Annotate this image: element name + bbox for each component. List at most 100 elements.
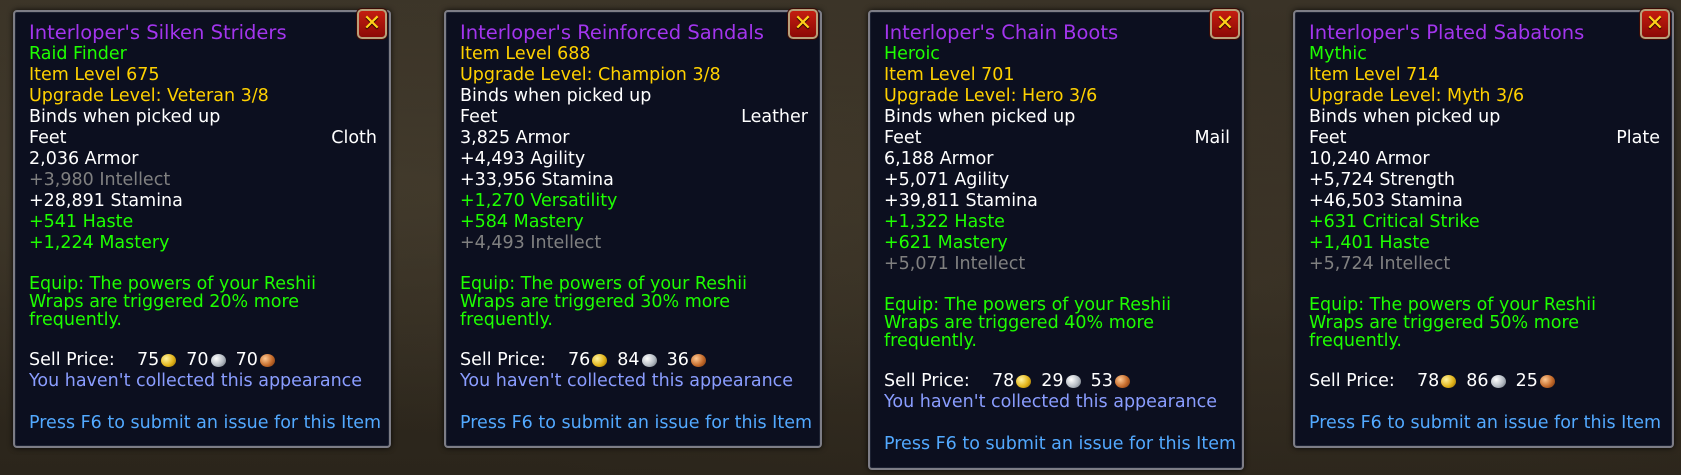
sell-price-label: Sell Price: xyxy=(884,371,970,391)
binds-text: Binds when picked up xyxy=(884,107,1076,127)
stat-line: 10,240 Armor xyxy=(1309,149,1430,169)
stat-line: +46,503 Stamina xyxy=(1309,191,1463,211)
silver-coin-icon xyxy=(641,354,657,367)
close-icon[interactable]: ✕ xyxy=(788,9,818,39)
stat-line: 6,188 Armor xyxy=(884,149,994,169)
stat-line: +541 Haste xyxy=(29,212,134,232)
upgrade-level: Upgrade Level: Champion 3/8 xyxy=(460,65,721,85)
close-icon[interactable]: ✕ xyxy=(1210,9,1240,39)
armor-type: Cloth xyxy=(331,128,377,148)
item-name: Interloper's Reinforced Sandals xyxy=(460,21,764,44)
stat-line: +1,270 Versatility xyxy=(460,191,618,211)
equip-effect: Equip: The powers of your Reshii Wraps a… xyxy=(29,274,316,330)
stat-line: +33,956 Stamina xyxy=(460,170,614,190)
copper-amount: 70 xyxy=(235,350,258,370)
armor-type: Plate xyxy=(1616,128,1660,148)
item-difficulty: Mythic xyxy=(1309,44,1367,64)
item-difficulty: Heroic xyxy=(884,44,940,64)
appearance-note: You haven't collected this appearance xyxy=(884,392,1218,412)
stat-line: +4,493 Agility xyxy=(460,149,586,169)
stat-line: +631 Critical Strike xyxy=(1309,212,1480,232)
item-level: Item Level 688 xyxy=(460,44,591,64)
sell-price: Sell Price: 76 84 36 xyxy=(460,350,808,371)
equip-effect: Equip: The powers of your Reshii Wraps a… xyxy=(884,295,1171,351)
copper-coin-icon xyxy=(1539,375,1555,388)
stat-line: +1,224 Mastery xyxy=(29,233,170,253)
submit-issue-hint: Press F6 to submit an issue for this Ite… xyxy=(1309,413,1662,433)
slot-label: Feet xyxy=(460,107,498,127)
item-level: Item Level 714 xyxy=(1309,65,1440,85)
item-tooltip-chain-boots: ✕ Interloper's Chain Boots Heroic Item L… xyxy=(868,9,1244,470)
appearance-note: You haven't collected this appearance xyxy=(29,371,363,391)
upgrade-level: Upgrade Level: Hero 3/6 xyxy=(884,86,1098,106)
copper-amount: 25 xyxy=(1515,371,1538,391)
item-difficulty: Raid Finder xyxy=(29,44,127,64)
binds-text: Binds when picked up xyxy=(460,86,652,106)
gold-coin-icon xyxy=(1016,375,1032,388)
slot-label: Feet xyxy=(1309,128,1347,148)
slot-label: Feet xyxy=(29,128,67,148)
stat-line: +39,811 Stamina xyxy=(884,191,1038,211)
stat-line: +28,891 Stamina xyxy=(29,191,183,211)
stat-line: +4,493 Intellect xyxy=(460,233,602,253)
silver-amount: 84 xyxy=(617,350,640,370)
silver-coin-icon xyxy=(1490,375,1506,388)
copper-amount: 53 xyxy=(1090,371,1113,391)
gold-coin-icon xyxy=(161,354,177,367)
gold-amount: 78 xyxy=(992,371,1015,391)
close-icon[interactable]: ✕ xyxy=(1640,9,1670,39)
upgrade-level: Upgrade Level: Veteran 3/8 xyxy=(29,86,269,106)
item-name: Interloper's Chain Boots xyxy=(884,21,1119,44)
silver-amount: 86 xyxy=(1466,371,1489,391)
stat-line: +5,724 Intellect xyxy=(1309,254,1451,274)
binds-text: Binds when picked up xyxy=(29,107,221,127)
item-level: Item Level 701 xyxy=(884,65,1015,85)
screenshot-stage: ✕ Interloper's Silken Striders Raid Find… xyxy=(0,0,1681,475)
sell-price-label: Sell Price: xyxy=(1309,371,1395,391)
item-name: Interloper's Silken Striders xyxy=(29,21,287,44)
gold-coin-icon xyxy=(1441,375,1457,388)
armor-type: Mail xyxy=(1194,128,1230,148)
slot-row: Feet Leather xyxy=(460,107,808,128)
stat-line: +621 Mastery xyxy=(884,233,1008,253)
silver-coin-icon xyxy=(1065,375,1081,388)
item-level: Item Level 675 xyxy=(29,65,160,85)
submit-issue-hint: Press F6 to submit an issue for this Ite… xyxy=(29,413,382,433)
armor-type: Leather xyxy=(741,107,808,127)
stat-line: 2,036 Armor xyxy=(29,149,139,169)
silver-amount: 70 xyxy=(186,350,209,370)
silver-amount: 29 xyxy=(1041,371,1064,391)
binds-text: Binds when picked up xyxy=(1309,107,1501,127)
stat-line: +1,401 Haste xyxy=(1309,233,1430,253)
upgrade-level: Upgrade Level: Myth 3/6 xyxy=(1309,86,1525,106)
submit-issue-hint: Press F6 to submit an issue for this Ite… xyxy=(460,413,813,433)
copper-coin-icon xyxy=(690,354,706,367)
stat-line: +5,724 Strength xyxy=(1309,170,1456,190)
stat-line: +5,071 Agility xyxy=(884,170,1010,190)
gold-amount: 76 xyxy=(568,350,591,370)
slot-label: Feet xyxy=(884,128,922,148)
appearance-note: You haven't collected this appearance xyxy=(460,371,794,391)
item-name: Interloper's Plated Sabatons xyxy=(1309,21,1585,44)
stat-line: 3,825 Armor xyxy=(460,128,570,148)
equip-effect: Equip: The powers of your Reshii Wraps a… xyxy=(1309,295,1596,351)
sell-price: Sell Price: 75 70 70 xyxy=(29,350,377,371)
stat-line: +3,980 Intellect xyxy=(29,170,171,190)
close-icon[interactable]: ✕ xyxy=(357,9,387,39)
sell-price-label: Sell Price: xyxy=(29,350,115,370)
slot-row: Feet Mail xyxy=(884,128,1230,149)
stat-line: +5,071 Intellect xyxy=(884,254,1026,274)
copper-coin-icon xyxy=(259,354,275,367)
item-tooltip-plated-sabatons: ✕ Interloper's Plated Sabatons Mythic It… xyxy=(1293,9,1674,448)
stat-line: +1,322 Haste xyxy=(884,212,1005,232)
item-tooltip-reinforced-sandals: ✕ Interloper's Reinforced Sandals Item L… xyxy=(444,9,822,448)
